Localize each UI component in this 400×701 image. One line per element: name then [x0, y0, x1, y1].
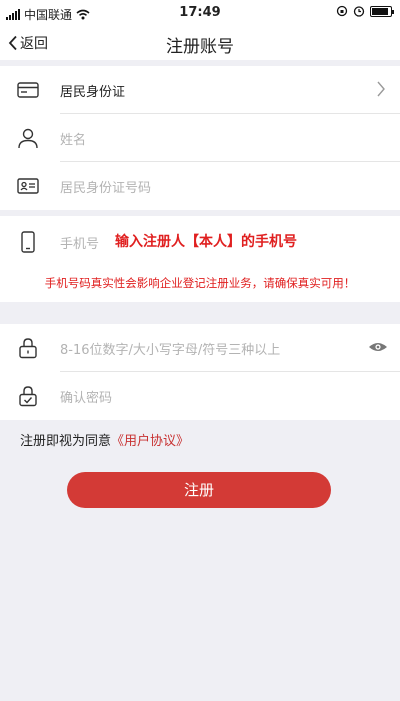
phone-annotation: 输入注册人【本人】的手机号	[115, 234, 297, 250]
id-number-field[interactable]: 居民身份证号码	[0, 162, 400, 210]
nav-bar: 返回 注册账号	[0, 28, 400, 60]
smartphone-icon	[21, 231, 35, 253]
register-button[interactable]: 注册	[67, 472, 331, 508]
phone-warning: 手机号码真实性会影响企业登记注册业务，请确保真实可用！	[44, 276, 356, 290]
rotation-lock-icon	[336, 5, 348, 17]
id-number-placeholder: 居民身份证号码	[60, 181, 152, 196]
lock-icon	[19, 338, 37, 359]
eye-icon[interactable]	[368, 341, 388, 353]
identity-card: 居民身份证 姓名 居民身份证号码	[0, 66, 400, 210]
name-field[interactable]: 姓名	[0, 114, 400, 162]
lock-check-icon	[19, 386, 37, 407]
password-placeholder: 8-16位数字/大小写字母/符号三种以上	[60, 343, 281, 358]
id-card-icon	[17, 82, 39, 98]
person-icon	[18, 128, 38, 149]
agreement-text: 注册即视为同意《用户协议》	[20, 430, 189, 449]
id-type-select[interactable]: 居民身份证	[0, 66, 400, 114]
password-field[interactable]: 8-16位数字/大小写字母/符号三种以上	[0, 324, 400, 372]
agreement-prefix: 注册即视为同意	[20, 434, 112, 449]
chevron-right-icon	[377, 81, 385, 97]
battery-icon	[370, 5, 394, 17]
password-card: 8-16位数字/大小写字母/符号三种以上 确认密码	[0, 324, 400, 420]
name-placeholder: 姓名	[60, 133, 87, 148]
confirm-password-field[interactable]: 确认密码	[0, 372, 400, 420]
phone-placeholder: 手机号	[60, 237, 100, 252]
status-right	[336, 5, 394, 17]
page-title: 注册账号	[166, 37, 234, 57]
confirm-password-placeholder: 确认密码	[60, 391, 113, 406]
contact-card-icon	[17, 178, 39, 194]
alarm-icon	[353, 6, 365, 17]
id-type-value: 居民身份证	[60, 85, 126, 100]
status-bar: 中国联通 17:49	[0, 0, 400, 28]
user-agreement-link[interactable]: 《用户协议》	[111, 434, 189, 449]
